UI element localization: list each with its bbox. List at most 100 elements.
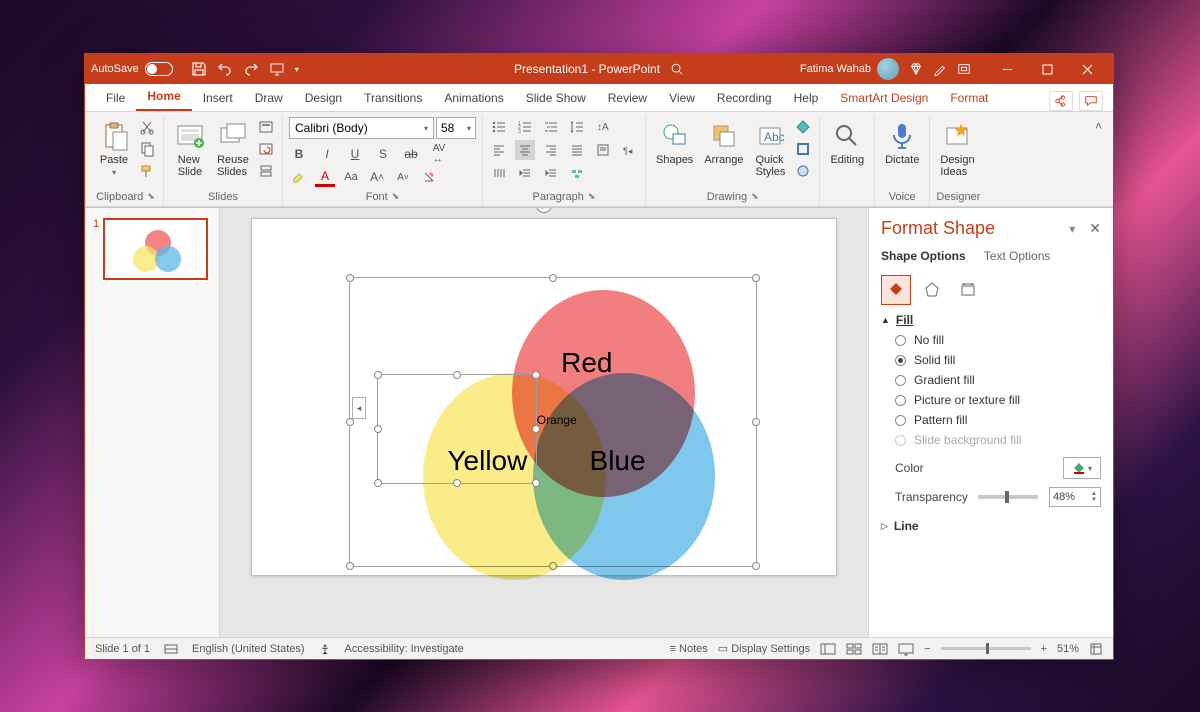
language-status[interactable]: English (United States) — [192, 643, 305, 655]
shape-options-tab[interactable]: Shape Options — [881, 249, 966, 267]
font-size-select[interactable]: 58▾ — [436, 117, 476, 139]
slide-editor[interactable]: ⟳ Red Yellow Blue Orange — [220, 208, 868, 637]
venn-label-orange[interactable]: Orange — [537, 413, 577, 427]
present-icon[interactable] — [269, 61, 285, 77]
pane-menu-icon[interactable]: ▾ — [1069, 222, 1075, 236]
new-slide-button[interactable]: New Slide — [170, 117, 210, 181]
no-fill-radio[interactable]: No fill — [895, 333, 1101, 347]
tab-slideshow[interactable]: Slide Show — [515, 86, 597, 111]
color-picker-button[interactable]: ▾ — [1063, 457, 1101, 479]
font-name-select[interactable]: Calibri (Body)▾ — [289, 117, 434, 139]
grow-font-button[interactable]: A˄ — [367, 167, 387, 187]
text-direction-button[interactable]: ↕A — [593, 117, 613, 137]
redo-icon[interactable] — [243, 61, 259, 77]
line-section-header[interactable]: ▷Line — [881, 519, 1101, 533]
notes-button[interactable]: ≡ Notes — [670, 643, 708, 655]
lang-icon[interactable] — [164, 643, 178, 655]
italic-button[interactable]: I — [317, 144, 337, 164]
zoom-in-button[interactable]: + — [1041, 643, 1047, 655]
section-button[interactable] — [256, 161, 276, 181]
bold-button[interactable]: B — [289, 144, 309, 164]
reuse-slides-button[interactable]: Reuse Slides — [213, 117, 253, 181]
zoom-out-button[interactable]: − — [924, 643, 930, 655]
design-ideas-button[interactable]: Design Ideas — [936, 117, 978, 181]
undo-icon[interactable] — [217, 61, 233, 77]
layout-button[interactable] — [256, 117, 276, 137]
columns-button[interactable] — [489, 163, 509, 183]
tab-animations[interactable]: Animations — [433, 86, 514, 111]
editing-button[interactable]: Editing — [826, 117, 868, 169]
inner-selection[interactable] — [377, 374, 537, 484]
clear-formatting-button[interactable] — [419, 167, 439, 187]
venn-label-blue[interactable]: Blue — [590, 445, 646, 477]
text-options-tab[interactable]: Text Options — [984, 249, 1051, 267]
tab-file[interactable]: File — [95, 86, 136, 111]
quick-styles-button[interactable]: Abc Quick Styles — [750, 117, 790, 181]
launcher-icon[interactable]: ⬊ — [147, 191, 155, 202]
increase-indent-button[interactable] — [541, 163, 561, 183]
align-left-button[interactable] — [489, 140, 509, 160]
transparency-input[interactable]: 48%▲▼ — [1049, 487, 1101, 507]
autosave-toggle[interactable]: AutoSave — [91, 62, 173, 76]
close-button[interactable] — [1067, 54, 1107, 84]
fit-to-window-button[interactable] — [1089, 642, 1103, 656]
underline-button[interactable]: U — [345, 144, 365, 164]
collapse-ribbon-button[interactable]: ˄ — [1087, 115, 1110, 206]
text-pane-toggle[interactable]: ◂ — [352, 397, 366, 419]
copy-button[interactable] — [137, 139, 157, 159]
launcher-icon[interactable]: ⬊ — [751, 191, 759, 202]
size-tab-icon[interactable] — [953, 275, 983, 305]
picture-fill-radio[interactable]: Picture or texture fill — [895, 393, 1101, 407]
tab-home[interactable]: Home — [136, 84, 191, 111]
align-text-button[interactable] — [593, 140, 613, 160]
align-right-button[interactable] — [541, 140, 561, 160]
tab-recording[interactable]: Recording — [706, 86, 783, 111]
solid-fill-radio[interactable]: Solid fill — [895, 353, 1101, 367]
tab-help[interactable]: Help — [783, 86, 830, 111]
zoom-level[interactable]: 51% — [1057, 643, 1079, 655]
pane-close-button[interactable]: ✕ — [1089, 220, 1101, 237]
tab-format[interactable]: Format — [939, 86, 999, 111]
tab-design[interactable]: Design — [294, 86, 353, 111]
effects-tab-icon[interactable] — [917, 275, 947, 305]
accessibility-status[interactable]: Accessibility: Investigate — [345, 643, 464, 655]
paste-button[interactable]: Paste ▾ — [94, 117, 134, 180]
launcher-icon[interactable]: ⬊ — [392, 191, 400, 202]
tab-transitions[interactable]: Transitions — [353, 86, 433, 111]
qat-more-icon[interactable]: ▾ — [295, 65, 299, 74]
shrink-font-button[interactable]: A˅ — [393, 167, 413, 187]
dictate-button[interactable]: Dictate — [881, 117, 923, 169]
search-icon[interactable] — [670, 62, 684, 76]
shapes-button[interactable]: Shapes — [652, 117, 697, 169]
format-painter-button[interactable] — [137, 161, 157, 181]
pen-icon[interactable] — [933, 62, 947, 76]
slide-thumbnail-1[interactable] — [103, 218, 208, 280]
slide-indicator[interactable]: Slide 1 of 1 — [95, 643, 150, 655]
line-spacing-button[interactable] — [567, 117, 587, 137]
normal-view-icon[interactable] — [820, 642, 836, 656]
cut-button[interactable] — [137, 117, 157, 137]
tab-insert[interactable]: Insert — [192, 86, 244, 111]
list-level-button[interactable] — [541, 117, 561, 137]
display-settings-button[interactable]: ▭ Display Settings — [718, 642, 810, 655]
venn-label-red[interactable]: Red — [561, 347, 612, 379]
user-account[interactable]: Fatima Wahab — [800, 58, 899, 80]
shape-effects-button[interactable] — [793, 161, 813, 181]
char-spacing-button[interactable]: AV↔ — [429, 144, 449, 164]
reading-view-icon[interactable] — [872, 642, 888, 656]
tab-review[interactable]: Review — [597, 86, 658, 111]
save-icon[interactable] — [191, 61, 207, 77]
transparency-slider[interactable] — [978, 495, 1038, 499]
gradient-fill-radio[interactable]: Gradient fill — [895, 373, 1101, 387]
highlight-button[interactable] — [289, 167, 309, 187]
comments-button[interactable] — [1079, 91, 1103, 111]
font-color-button[interactable]: A — [315, 167, 335, 187]
bullets-button[interactable] — [489, 117, 509, 137]
launcher-icon[interactable]: ⬊ — [588, 191, 596, 202]
align-center-button[interactable] — [515, 140, 535, 160]
fill-section-header[interactable]: ▲Fill — [881, 313, 1101, 327]
shape-fill-button[interactable] — [793, 117, 813, 137]
change-case-button[interactable]: Aa — [341, 167, 361, 187]
decrease-indent-button[interactable] — [515, 163, 535, 183]
diamond-icon[interactable] — [909, 62, 923, 76]
